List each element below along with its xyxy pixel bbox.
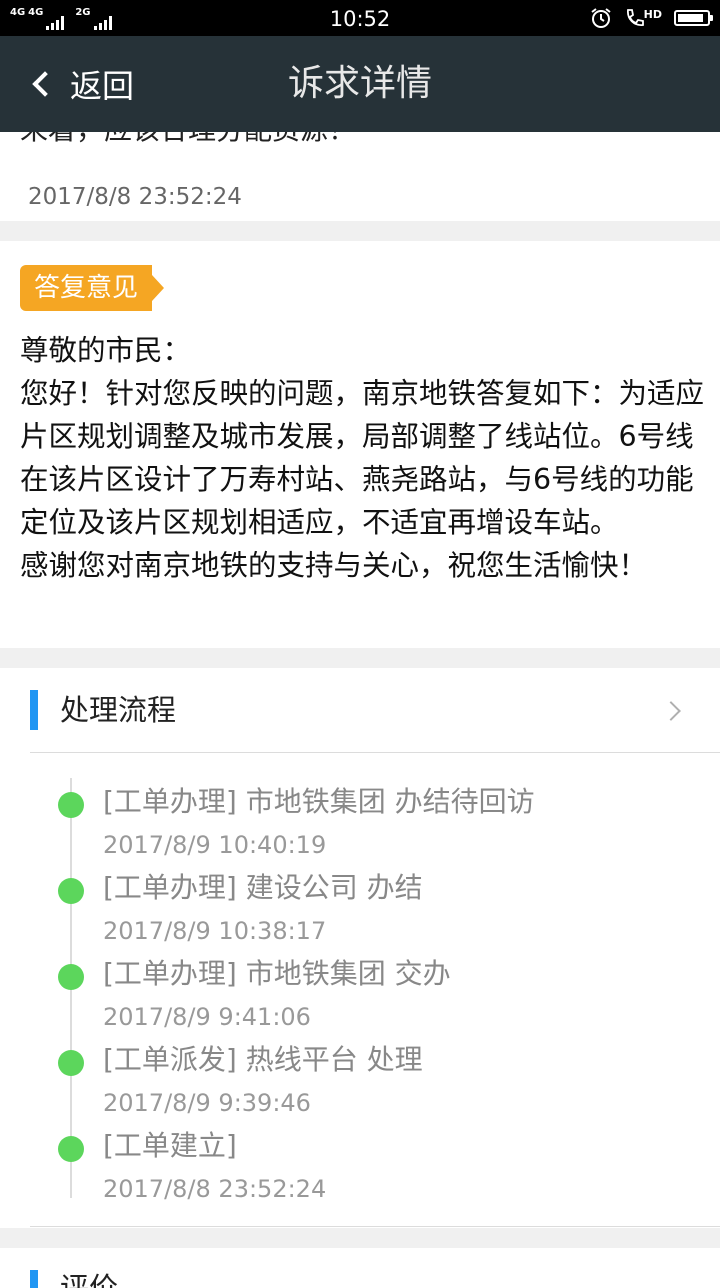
battery-icon <box>674 10 713 26</box>
complaint-card: 来着，应该合理分配资源！ 2017/8/8 23:52:24 <box>0 132 720 221</box>
complaint-timestamp: 2017/8/8 23:52:24 <box>28 184 242 210</box>
reply-paragraph: 您好！针对您反映的问题，南京地铁答复如下：为适应片区规划调整及城市发展，局部调整… <box>20 377 705 539</box>
timeline-title: [工单建立] <box>103 1129 237 1162</box>
status-bar: 4G 4G 2G 10:52 HD <box>0 0 720 36</box>
alarm-icon <box>591 8 611 28</box>
timeline-dot-icon <box>58 964 84 990</box>
evaluation-card[interactable]: 评价 <box>0 1248 720 1288</box>
process-title: 处理流程 <box>60 693 177 727</box>
nav-bar: 返回 诉求详情 <box>0 36 720 132</box>
timeline-dot-icon <box>58 1050 84 1076</box>
complaint-text: 来着，应该合理分配资源！ <box>20 132 356 146</box>
timeline-item: [工单办理] 建设公司 办结 2017/8/9 10:38:17 <box>0 860 720 946</box>
process-card: 处理流程 [工单办理] 市地铁集团 办结待回访 2017/8/9 10:40:1… <box>0 668 720 1228</box>
reply-closing: 感谢您对南京地铁的支持与关心，祝您生活愉快！ <box>20 549 648 582</box>
page-title: 诉求详情 <box>287 63 432 104</box>
timeline-time: 2017/8/8 23:52:24 <box>103 1175 327 1203</box>
reply-tag: 答复意见 <box>20 265 165 311</box>
reply-body: 尊敬的市民： 您好！针对您反映的问题，南京地铁答复如下：为适应片区规划调整及城市… <box>20 329 706 587</box>
timeline-title: [工单办理] 市地铁集团 交办 <box>103 957 451 990</box>
timeline-time: 2017/8/9 10:38:17 <box>103 917 327 945</box>
process-header[interactable]: 处理流程 <box>0 668 720 752</box>
timeline-title: [工单派发] 热线平台 处理 <box>103 1043 423 1076</box>
reply-card: 答复意见 尊敬的市民： 您好！针对您反映的问题，南京地铁答复如下：为适应片区规划… <box>0 241 720 648</box>
reply-greeting: 尊敬的市民： <box>20 334 192 367</box>
timeline-item: [工单办理] 市地铁集团 办结待回访 2017/8/9 10:40:19 <box>0 774 720 860</box>
timeline-title: [工单办理] 建设公司 办结 <box>103 871 423 904</box>
timeline-time: 2017/8/9 10:40:19 <box>103 831 327 859</box>
divider <box>30 752 720 753</box>
timeline-item: [工单建立] 2017/8/8 23:52:24 <box>0 1118 720 1204</box>
phone-hd-icon: HD <box>624 8 662 28</box>
section-accent-bar <box>30 690 38 730</box>
timeline-item: [工单办理] 市地铁集团 交办 2017/8/9 9:41:06 <box>0 946 720 1032</box>
evaluation-title: 评价 <box>60 1271 119 1288</box>
timeline-time: 2017/8/9 9:39:46 <box>103 1089 311 1117</box>
timeline-title: [工单办理] 市地铁集团 办结待回访 <box>103 785 535 818</box>
chevron-right-icon <box>661 701 681 721</box>
timeline-time: 2017/8/9 9:41:06 <box>103 1003 311 1031</box>
hd-label: HD <box>643 8 662 21</box>
divider <box>30 1226 720 1227</box>
timeline-dot-icon <box>58 792 84 818</box>
section-accent-bar <box>30 1270 38 1288</box>
timeline-item: [工单派发] 热线平台 处理 2017/8/9 9:39:46 <box>0 1032 720 1118</box>
timeline-dot-icon <box>58 1136 84 1162</box>
timeline-dot-icon <box>58 878 84 904</box>
battery-fill <box>678 14 703 22</box>
